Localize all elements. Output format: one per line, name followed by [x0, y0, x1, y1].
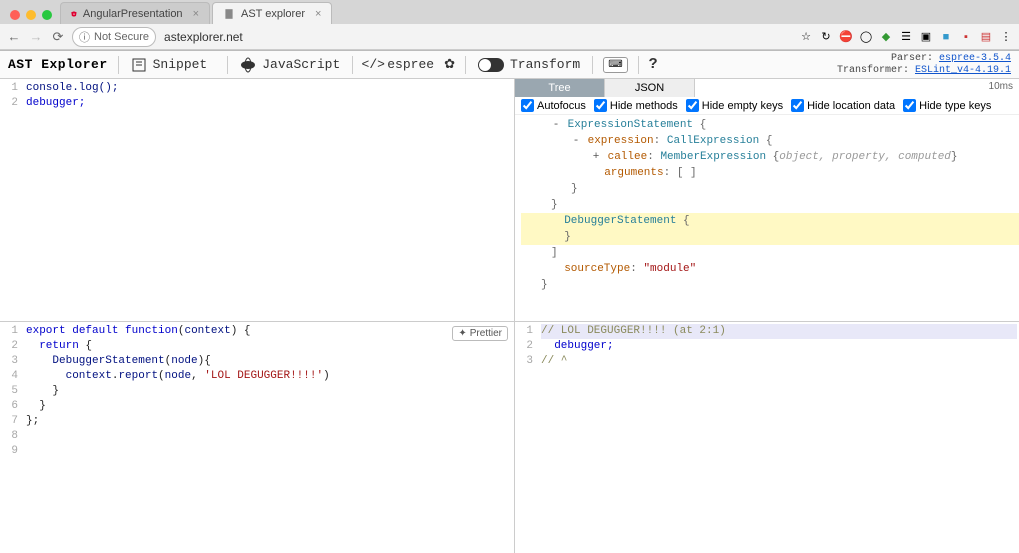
- tree-options: Autofocus Hide methods Hide empty keys H…: [515, 97, 1019, 115]
- ast-tree[interactable]: - ExpressionStatement { - expression: Ca…: [515, 115, 1019, 321]
- output-line: debugger;: [541, 340, 614, 352]
- browser-tab-astexplorer[interactable]: AST explorer ×: [212, 2, 332, 24]
- settings-icon[interactable]: ✿: [444, 57, 455, 72]
- checkbox[interactable]: [521, 99, 534, 112]
- close-tab-icon[interactable]: ×: [193, 8, 199, 20]
- extension-icons: ☆ ↻ ⛔ ◯ ◆ ☰ ▣ ■ ▪ ▤ ⋮: [799, 30, 1013, 44]
- app-title: AST Explorer: [8, 57, 108, 72]
- ext-icon[interactable]: ▪: [959, 30, 973, 44]
- workspace: 12 console.log(); debugger; Tree JSON 10…: [0, 79, 1019, 553]
- tree-node-highlighted[interactable]: DebuggerStatement { }: [521, 213, 1019, 245]
- line-gutter: 123456789: [0, 322, 22, 553]
- opt-hide-methods[interactable]: Hide methods: [594, 99, 678, 112]
- sync-icon[interactable]: ↻: [819, 30, 833, 44]
- ext-icon[interactable]: ◆: [879, 30, 893, 44]
- adblock-icon[interactable]: ⛔: [839, 30, 853, 44]
- ast-tree-pane: Tree JSON 10ms Autofocus Hide methods Hi…: [515, 79, 1019, 322]
- app-toolbar: AST Explorer Snippet JavaScript </> espr…: [0, 51, 1019, 79]
- tab-tree[interactable]: Tree: [515, 79, 605, 97]
- ext-icon[interactable]: ☰: [899, 30, 913, 44]
- opt-autofocus[interactable]: Autofocus: [521, 99, 586, 112]
- code-line: debugger;: [26, 97, 85, 109]
- ext-icon[interactable]: ◯: [859, 30, 873, 44]
- language-menu[interactable]: JavaScript: [238, 57, 342, 73]
- ext-icon[interactable]: ▤: [979, 30, 993, 44]
- parse-time: 10ms: [989, 79, 1019, 97]
- security-indicator[interactable]: ⓘ Not Secure: [72, 27, 156, 47]
- star-icon[interactable]: ☆: [799, 30, 813, 44]
- tree-bracket: ]: [521, 245, 1019, 261]
- checkbox[interactable]: [903, 99, 916, 112]
- output-line: // ^: [541, 355, 567, 367]
- output-editor[interactable]: // LOL DEGUGGER!!!! (at 2:1) debugger; /…: [537, 322, 1019, 553]
- parser-menu[interactable]: </> espree: [363, 57, 436, 73]
- help-icon[interactable]: ?: [649, 56, 658, 73]
- back-icon[interactable]: ←: [6, 29, 22, 44]
- parser-label: espree: [387, 57, 434, 72]
- transform-editor[interactable]: export default function(context) { retur…: [22, 322, 514, 553]
- minimize-window-icon[interactable]: [26, 10, 36, 20]
- svg-text:A: A: [73, 12, 75, 16]
- transformer-version-link[interactable]: ESLint_v4-4.19.1: [915, 65, 1011, 76]
- js-icon: [240, 57, 256, 73]
- url-text[interactable]: astexplorer.net: [164, 30, 243, 44]
- address-bar: ← → ⟳ ⓘ Not Secure astexplorer.net ☆ ↻ ⛔…: [0, 24, 1019, 50]
- angular-icon: A: [71, 8, 77, 20]
- not-secure-label: Not Secure: [94, 31, 149, 43]
- opt-hide-type[interactable]: Hide type keys: [903, 99, 991, 112]
- parser-info: Parser: espree-3.5.4 Transformer: ESLint…: [837, 53, 1011, 77]
- browser-tab-angular[interactable]: A AngularPresentation ×: [60, 2, 210, 24]
- parser-version-link[interactable]: espree-3.5.4: [939, 53, 1011, 64]
- output-pane: 123 // LOL DEGUGGER!!!! (at 2:1) debugge…: [515, 322, 1019, 553]
- tree-brace: }: [521, 197, 1019, 213]
- output-line: // LOL DEGUGGER!!!! (at 2:1): [541, 325, 726, 337]
- tab-json[interactable]: JSON: [605, 79, 695, 97]
- checkbox[interactable]: [686, 99, 699, 112]
- transform-toggle-icon: [478, 58, 504, 72]
- tree-node[interactable]: arguments: [ ]: [521, 165, 1019, 181]
- menu-icon[interactable]: ⋮: [999, 30, 1013, 44]
- tree-node[interactable]: - expression: CallExpression {: [521, 133, 1019, 149]
- transform-editor-pane: ✦ Prettier 123456789 export default func…: [0, 322, 515, 553]
- tree-node[interactable]: - ExpressionStatement {: [521, 117, 1019, 133]
- tab-title: AngularPresentation: [83, 8, 183, 20]
- transform-label: Transform: [510, 57, 580, 72]
- opt-hide-empty[interactable]: Hide empty keys: [686, 99, 783, 112]
- line-gutter: 123: [515, 322, 537, 553]
- tree-brace: }: [521, 181, 1019, 197]
- transformer-info-label: Transformer:: [837, 65, 909, 76]
- tree-node: sourceType: "module": [521, 261, 1019, 277]
- tab-strip: A AngularPresentation × AST explorer ×: [0, 0, 1019, 24]
- parser-info-label: Parser:: [891, 53, 933, 64]
- tree-brace: }: [521, 277, 1019, 293]
- transform-menu[interactable]: Transform: [476, 57, 582, 72]
- checkbox[interactable]: [594, 99, 607, 112]
- browser-chrome: A AngularPresentation × AST explorer × ←…: [0, 0, 1019, 51]
- snippet-icon: [131, 57, 147, 73]
- close-tab-icon[interactable]: ×: [315, 8, 321, 20]
- snippet-label: Snippet: [153, 57, 208, 72]
- source-editor-pane: 12 console.log(); debugger;: [0, 79, 515, 322]
- tab-title: AST explorer: [241, 8, 305, 20]
- snippet-menu[interactable]: Snippet: [129, 57, 210, 73]
- language-label: JavaScript: [262, 57, 340, 72]
- code-line: console.log();: [26, 82, 118, 94]
- line-gutter: 12: [0, 79, 22, 321]
- ext-icon[interactable]: ▣: [919, 30, 933, 44]
- tree-node[interactable]: + callee: MemberExpression {object, prop…: [521, 149, 1019, 165]
- forward-icon[interactable]: →: [28, 29, 44, 44]
- window-controls: [4, 10, 60, 24]
- checkbox[interactable]: [791, 99, 804, 112]
- keyboard-icon[interactable]: ⌨: [603, 57, 627, 73]
- zoom-window-icon[interactable]: [42, 10, 52, 20]
- close-window-icon[interactable]: [10, 10, 20, 20]
- ext-icon[interactable]: ■: [939, 30, 953, 44]
- code-icon: </>: [365, 57, 381, 73]
- reload-icon[interactable]: ⟳: [50, 29, 66, 45]
- source-editor[interactable]: console.log(); debugger;: [22, 79, 514, 321]
- opt-hide-location[interactable]: Hide location data: [791, 99, 895, 112]
- info-icon: ⓘ: [79, 29, 90, 45]
- tree-tabs: Tree JSON 10ms: [515, 79, 1019, 97]
- file-icon: [223, 8, 235, 20]
